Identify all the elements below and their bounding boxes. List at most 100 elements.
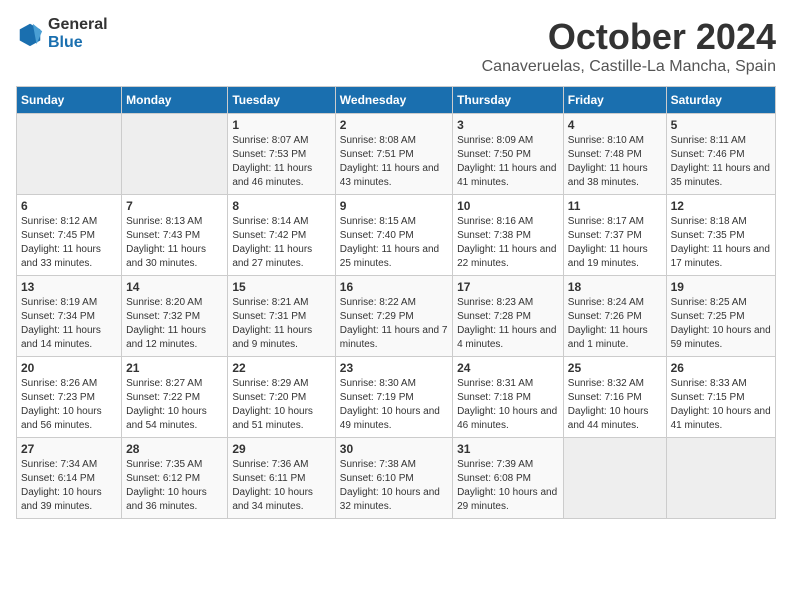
calendar-cell: 30 Sunrise: 7:38 AMSunset: 6:10 PMDayligh… <box>335 438 452 519</box>
calendar-cell: 6 Sunrise: 8:12 AMSunset: 7:45 PMDaylight… <box>17 195 122 276</box>
day-number: 4 <box>568 118 662 132</box>
day-detail: Sunrise: 8:11 AMSunset: 7:46 PMDaylight:… <box>671 134 771 190</box>
day-number: 2 <box>340 118 448 132</box>
calendar-cell: 8 Sunrise: 8:14 AMSunset: 7:42 PMDaylight… <box>228 195 335 276</box>
day-number: 14 <box>126 280 223 294</box>
calendar-cell: 13Sunrise: 8:19 AMSunset: 7:34 PMDayligh… <box>17 276 122 357</box>
day-detail: Sunrise: 8:25 AMSunset: 7:25 PMDaylight:… <box>671 296 771 352</box>
day-number: 7 <box>126 199 223 213</box>
day-detail: Sunrise: 8:20 AMSunset: 7:32 PMDaylight:… <box>126 296 223 352</box>
calendar-cell: 14 Sunrise: 8:20 AMSunset: 7:32 PMDayligh… <box>122 276 228 357</box>
calendar-cell: 10 Sunrise: 8:16 AMSunset: 7:38 PMDayligh… <box>453 195 564 276</box>
day-number: 12 <box>671 199 771 213</box>
location-title: Canaveruelas, Castille-La Mancha, Spain <box>482 58 776 76</box>
day-number: 22 <box>232 361 330 375</box>
day-detail: Sunrise: 8:33 AMSunset: 7:15 PMDaylight:… <box>671 377 771 433</box>
calendar-cell: 15 Sunrise: 8:21 AMSunset: 7:31 PMDayligh… <box>228 276 335 357</box>
day-number: 23 <box>340 361 448 375</box>
calendar-cell: 21 Sunrise: 8:27 AMSunset: 7:22 PMDayligh… <box>122 357 228 438</box>
day-number: 28 <box>126 442 223 456</box>
day-number: 31 <box>457 442 559 456</box>
day-detail: Sunrise: 8:27 AMSunset: 7:22 PMDaylight:… <box>126 377 223 433</box>
day-detail: Sunrise: 8:12 AMSunset: 7:45 PMDaylight:… <box>21 215 117 271</box>
day-detail: Sunrise: 7:39 AMSunset: 6:08 PMDaylight:… <box>457 458 559 514</box>
calendar-cell: 18 Sunrise: 8:24 AMSunset: 7:26 PMDayligh… <box>563 276 666 357</box>
calendar-table: SundayMondayTuesdayWednesdayThursdayFrid… <box>16 86 776 519</box>
day-detail: Sunrise: 8:26 AMSunset: 7:23 PMDaylight:… <box>21 377 117 433</box>
calendar-cell: 27 Sunrise: 7:34 AMSunset: 6:14 PMDayligh… <box>17 438 122 519</box>
calendar-cell: 4 Sunrise: 8:10 AMSunset: 7:48 PMDaylight… <box>563 114 666 195</box>
day-number: 25 <box>568 361 662 375</box>
day-number: 17 <box>457 280 559 294</box>
calendar-week-row: 6 Sunrise: 8:12 AMSunset: 7:45 PMDaylight… <box>17 195 776 276</box>
day-number: 6 <box>21 199 117 213</box>
day-detail: Sunrise: 8:18 AMSunset: 7:35 PMDaylight:… <box>671 215 771 271</box>
day-number: 16 <box>340 280 448 294</box>
day-detail: Sunrise: 8:24 AMSunset: 7:26 PMDaylight:… <box>568 296 662 352</box>
day-detail: Sunrise: 7:38 AMSunset: 6:10 PMDaylight:… <box>340 458 448 514</box>
calendar-cell: 20 Sunrise: 8:26 AMSunset: 7:23 PMDayligh… <box>17 357 122 438</box>
day-detail: Sunrise: 8:09 AMSunset: 7:50 PMDaylight:… <box>457 134 559 190</box>
month-title: October 2024 <box>482 16 776 58</box>
calendar-cell: 29 Sunrise: 7:36 AMSunset: 6:11 PMDayligh… <box>228 438 335 519</box>
day-number: 11 <box>568 199 662 213</box>
calendar-cell: 19 Sunrise: 8:25 AMSunset: 7:25 PMDayligh… <box>666 276 775 357</box>
calendar-cell: 25 Sunrise: 8:32 AMSunset: 7:16 PMDayligh… <box>563 357 666 438</box>
day-number: 21 <box>126 361 223 375</box>
day-detail: Sunrise: 8:31 AMSunset: 7:18 PMDaylight:… <box>457 377 559 433</box>
title-area: October 2024 Canaveruelas, Castille-La M… <box>482 16 776 76</box>
calendar-cell: 31 Sunrise: 7:39 AMSunset: 6:08 PMDayligh… <box>453 438 564 519</box>
day-detail: Sunrise: 8:22 AMSunset: 7:29 PMDaylight:… <box>340 296 448 352</box>
day-number: 15 <box>232 280 330 294</box>
calendar-cell: 12 Sunrise: 8:18 AMSunset: 7:35 PMDayligh… <box>666 195 775 276</box>
day-number: 18 <box>568 280 662 294</box>
day-detail: Sunrise: 7:36 AMSunset: 6:11 PMDaylight:… <box>232 458 330 514</box>
day-detail: Sunrise: 7:35 AMSunset: 6:12 PMDaylight:… <box>126 458 223 514</box>
calendar-cell: 1Sunrise: 8:07 AMSunset: 7:53 PMDaylight… <box>228 114 335 195</box>
column-header-thursday: Thursday <box>453 87 564 114</box>
day-number: 20 <box>21 361 117 375</box>
day-detail: Sunrise: 8:32 AMSunset: 7:16 PMDaylight:… <box>568 377 662 433</box>
day-detail: Sunrise: 7:34 AMSunset: 6:14 PMDaylight:… <box>21 458 117 514</box>
calendar-cell: 9Sunrise: 8:15 AMSunset: 7:40 PMDaylight… <box>335 195 452 276</box>
column-header-tuesday: Tuesday <box>228 87 335 114</box>
calendar-week-row: 13Sunrise: 8:19 AMSunset: 7:34 PMDayligh… <box>17 276 776 357</box>
day-detail: Sunrise: 8:29 AMSunset: 7:20 PMDaylight:… <box>232 377 330 433</box>
day-detail: Sunrise: 8:30 AMSunset: 7:19 PMDaylight:… <box>340 377 448 433</box>
calendar-header-row: SundayMondayTuesdayWednesdayThursdayFrid… <box>17 87 776 114</box>
day-number: 24 <box>457 361 559 375</box>
calendar-cell <box>17 114 122 195</box>
calendar-cell: 17 Sunrise: 8:23 AMSunset: 7:28 PMDayligh… <box>453 276 564 357</box>
calendar-week-row: 20 Sunrise: 8:26 AMSunset: 7:23 PMDayligh… <box>17 357 776 438</box>
day-number: 8 <box>232 199 330 213</box>
day-number: 30 <box>340 442 448 456</box>
calendar-cell: 26 Sunrise: 8:33 AMSunset: 7:15 PMDayligh… <box>666 357 775 438</box>
day-number: 29 <box>232 442 330 456</box>
day-detail: Sunrise: 8:10 AMSunset: 7:48 PMDaylight:… <box>568 134 662 190</box>
header: General Blue October 2024 Canaveruelas, … <box>16 16 776 76</box>
column-header-monday: Monday <box>122 87 228 114</box>
day-detail: Sunrise: 8:16 AMSunset: 7:38 PMDaylight:… <box>457 215 559 271</box>
calendar-cell <box>666 438 775 519</box>
column-header-sunday: Sunday <box>17 87 122 114</box>
calendar-cell: 24 Sunrise: 8:31 AMSunset: 7:18 PMDayligh… <box>453 357 564 438</box>
calendar-cell: 22 Sunrise: 8:29 AMSunset: 7:20 PMDayligh… <box>228 357 335 438</box>
calendar-cell: 7 Sunrise: 8:13 AMSunset: 7:43 PMDaylight… <box>122 195 228 276</box>
calendar-cell <box>122 114 228 195</box>
day-number: 19 <box>671 280 771 294</box>
column-header-friday: Friday <box>563 87 666 114</box>
logo: General Blue <box>16 16 108 51</box>
day-number: 26 <box>671 361 771 375</box>
column-header-saturday: Saturday <box>666 87 775 114</box>
day-detail: Sunrise: 8:21 AMSunset: 7:31 PMDaylight:… <box>232 296 330 352</box>
day-detail: Sunrise: 8:19 AMSunset: 7:34 PMDaylight:… <box>21 296 117 352</box>
day-detail: Sunrise: 8:13 AMSunset: 7:43 PMDaylight:… <box>126 215 223 271</box>
day-number: 10 <box>457 199 559 213</box>
day-number: 27 <box>21 442 117 456</box>
calendar-body: 1Sunrise: 8:07 AMSunset: 7:53 PMDaylight… <box>17 114 776 519</box>
day-detail: Sunrise: 8:14 AMSunset: 7:42 PMDaylight:… <box>232 215 330 271</box>
day-number: 5 <box>671 118 771 132</box>
calendar-week-row: 1Sunrise: 8:07 AMSunset: 7:53 PMDaylight… <box>17 114 776 195</box>
calendar-cell: 2Sunrise: 8:08 AMSunset: 7:51 PMDaylight… <box>335 114 452 195</box>
day-detail: Sunrise: 8:23 AMSunset: 7:28 PMDaylight:… <box>457 296 559 352</box>
